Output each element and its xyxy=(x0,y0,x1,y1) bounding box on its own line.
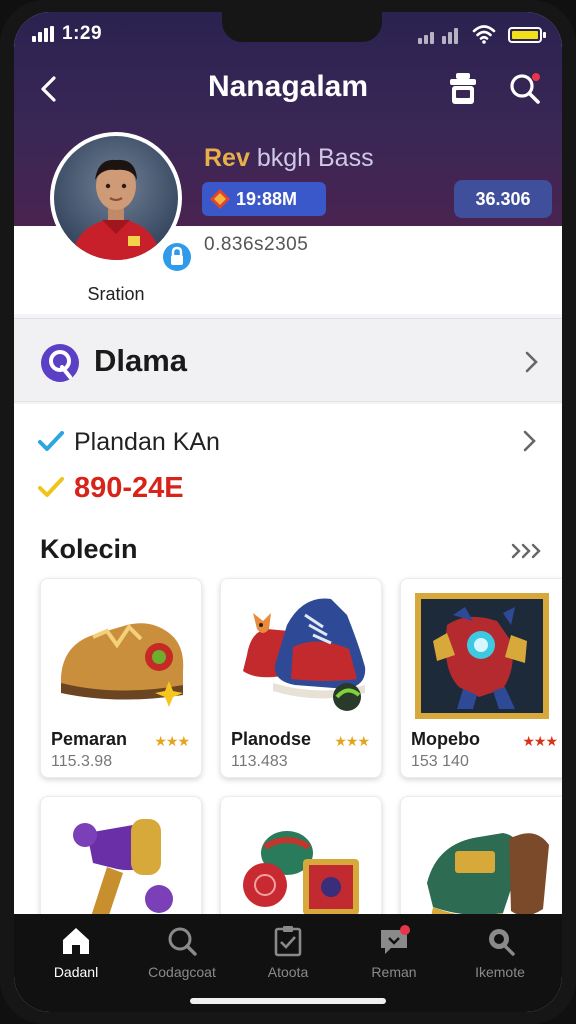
collection-item-2[interactable]: Planodse ★★★ 113.483 xyxy=(220,578,382,778)
nav-label: Reman xyxy=(371,964,417,980)
status-time: 1:29 xyxy=(62,23,103,44)
main-content: Plandan KAn 890-24E Kolecin Pemaran ★★★ … xyxy=(14,404,562,936)
collection-item-1[interactable]: Pemaran ★★★ 115.3.98 xyxy=(40,578,202,778)
search-icon[interactable] xyxy=(506,70,544,108)
app-screen: 1:29 Nanagalam Rev bkgh Bass 19:88M 36.3… xyxy=(14,12,562,1012)
nav-label: Dadanl xyxy=(53,964,99,980)
nav-label: Atoota xyxy=(267,964,309,980)
nav-label: Ikemote xyxy=(475,964,525,980)
profile-name: Rev bkgh Bass xyxy=(204,144,374,173)
sneaker-art xyxy=(61,623,184,707)
magnifier-icon xyxy=(489,929,515,956)
avatar-photo xyxy=(54,136,178,260)
item-value: 115.3.98 xyxy=(51,753,113,770)
rating-stars: ★★★ xyxy=(154,733,190,749)
item-name: Mopebo xyxy=(411,729,480,749)
check-icon xyxy=(38,431,64,451)
profile-name-rest: bkgh Bass xyxy=(256,144,374,172)
bottom-nav: Dadanl Codagcoat Atoota Reman Ikemote xyxy=(14,914,562,1012)
nav-item-magnifier[interactable]: Ikemote xyxy=(450,924,550,980)
battery-icon xyxy=(508,27,546,43)
chevron-right-icon xyxy=(523,430,536,452)
lock-icon xyxy=(171,246,183,265)
verified-lock-badge xyxy=(160,240,194,274)
profile-subtitle: Sration xyxy=(87,284,145,304)
plan-label: Plandan KAn xyxy=(74,428,220,456)
profile-name-prefix: Rev xyxy=(204,144,250,172)
boots-art xyxy=(243,598,366,711)
currency-badge[interactable]: 19:88M xyxy=(202,182,326,216)
dlama-logo-icon xyxy=(41,344,79,382)
item-value: 153 140 xyxy=(411,753,469,770)
clipboard-icon xyxy=(274,926,302,957)
cell-signal-icon xyxy=(418,26,462,44)
search-icon xyxy=(168,927,197,956)
camera-notch xyxy=(222,12,382,42)
nav-label: Codagcoat xyxy=(148,964,216,980)
gem-icon xyxy=(210,189,230,209)
home-icon xyxy=(63,928,89,954)
phone-frame: 1:29 Nanagalam Rev bkgh Bass 19:88M 36.3… xyxy=(0,0,576,1024)
item-name: Planodse xyxy=(231,729,312,749)
nav-item-home[interactable]: Dadanl xyxy=(26,924,126,980)
points-badge[interactable]: 36.306 xyxy=(454,180,552,218)
item-name: Pemaran xyxy=(51,729,128,749)
page-title: Nanagalam xyxy=(207,70,369,103)
menu-row-dlama[interactable]: Dlama xyxy=(14,318,562,402)
collection-item-3[interactable]: Mopebo ★★★ 153 140 xyxy=(400,578,562,778)
wifi-icon xyxy=(472,25,496,44)
signal-icon xyxy=(32,26,56,42)
nav-item-search[interactable]: Codagcoat xyxy=(132,924,232,980)
plan-row[interactable]: Plandan KAn xyxy=(38,422,538,460)
plan-code: 890-24E xyxy=(74,472,184,504)
backpack-icon[interactable] xyxy=(444,70,482,108)
check-gold-icon xyxy=(38,477,64,497)
collection-title: Kolecin xyxy=(40,534,138,564)
plan-code-row: 890-24E xyxy=(38,468,538,508)
nav-item-clipboard[interactable]: Atoota xyxy=(238,924,338,980)
chevron-right-icon xyxy=(525,351,538,373)
currency-value: 19:88M xyxy=(236,188,298,209)
item-value: 113.483 xyxy=(231,753,288,770)
home-indicator xyxy=(190,998,386,1004)
profile-id: 0.836s2305 xyxy=(204,234,309,255)
see-more-icon[interactable] xyxy=(510,542,544,560)
back-arrow-icon[interactable] xyxy=(36,74,64,104)
nav-item-chat[interactable]: Reman xyxy=(344,924,444,980)
rating-stars: ★★★ xyxy=(334,733,370,749)
chat-icon xyxy=(381,925,410,954)
rating-stars: ★★★ xyxy=(522,733,558,749)
robot-card-art xyxy=(415,593,549,719)
dlama-label: Dlama xyxy=(94,343,188,378)
